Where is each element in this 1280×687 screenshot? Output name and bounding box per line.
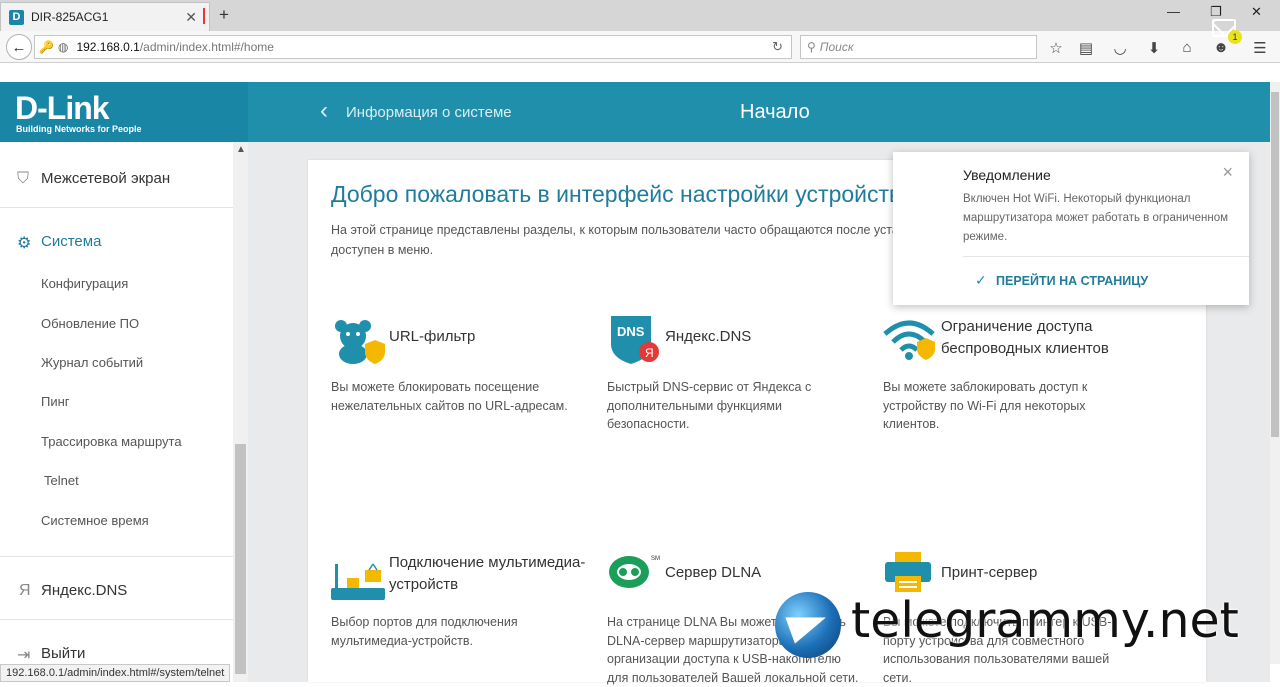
search-placeholder: Поиск [819, 40, 854, 54]
teddy-bear-shield-icon [335, 320, 385, 364]
notification-popup: Уведомление × Включен Hot WiFi. Некоторы… [893, 152, 1249, 305]
address-bar[interactable]: 🔑 ◍ 192.168.0.1/admin/index.html#/home ↻ [34, 35, 792, 59]
tile-description: Выбор портов для подключения мультимедиа… [331, 615, 518, 648]
chat-icon[interactable]: ☻ [1212, 39, 1230, 56]
sidebar-item-label: Яндекс.DNS [41, 582, 128, 599]
sidebar-subitem-config[interactable]: Конфигурация [41, 276, 128, 291]
svg-text:SM: SM [651, 556, 660, 562]
chevron-left-icon[interactable]: ‹ [320, 97, 328, 125]
router-tv-icon [331, 563, 385, 600]
wifi-shield-icon [883, 320, 935, 360]
sidebar-item-label: Выйти [41, 645, 86, 662]
url-path: /admin/index.html#/home [139, 40, 274, 54]
menu-icon[interactable]: ☰ [1251, 39, 1269, 57]
sidebar-divider [0, 207, 233, 208]
bookmark-star-icon[interactable]: ☆ [1047, 39, 1065, 57]
shield-icon: ⛉ [17, 170, 30, 187]
reading-list-icon[interactable]: ▤ [1077, 39, 1095, 57]
sidebar: ⛉ Межсетевой экран ⚙ Система Конфигураци… [0, 142, 248, 682]
sidebar-item-label: Межсетевой экран [41, 170, 171, 187]
window-close-icon[interactable]: ✕ [1251, 4, 1262, 20]
restore-icon[interactable]: ❐ [1210, 4, 1222, 20]
sidebar-subitem-time[interactable]: Системное время [41, 513, 149, 528]
tab-title: DIR-825ACG1 [31, 10, 109, 24]
search-input[interactable]: ⚲ Поиск [800, 35, 1037, 59]
svg-text:Я: Я [645, 346, 654, 360]
back-link[interactable]: Информация о системе [346, 104, 512, 121]
yandex-icon: Я [19, 582, 31, 599]
download-icon[interactable]: ⬇ [1145, 39, 1163, 57]
browser-tab[interactable]: D DIR-825ACG1 ✕ [0, 2, 210, 31]
pocket-icon[interactable]: ◡ [1111, 39, 1129, 57]
gear-icon: ⚙ [17, 235, 32, 252]
sidebar-item-label: Система [41, 233, 102, 250]
notification-badge: 1 [1228, 30, 1242, 44]
sidebar-divider [0, 619, 233, 620]
sidebar-subitem-log[interactable]: Журнал событий [41, 355, 143, 370]
new-tab-icon[interactable]: + [219, 5, 229, 25]
browser-back-button[interactable]: ← [6, 34, 32, 60]
dlink-favicon-icon: D [9, 9, 24, 25]
tile-title: Сервер DLNA [665, 564, 762, 581]
tile-description: Вы можете блокировать посещение нежелате… [331, 380, 568, 413]
sidebar-scrollbar-thumb[interactable] [235, 444, 246, 674]
globe-icon: ◍ [57, 40, 69, 54]
checkmark-icon: ✓ [975, 272, 987, 288]
watermark: telegrammy.net [775, 592, 1275, 658]
navigation-bar: ← 🔑 ◍ 192.168.0.1/admin/index.html#/home… [0, 31, 1280, 63]
goto-page-button[interactable]: ПЕРЕЙТИ НА СТРАНИЦУ [996, 274, 1148, 288]
tab-indicator [203, 8, 205, 24]
welcome-heading: Добро пожаловать в интерфейс настройки у… [331, 181, 914, 207]
tile-description: Быстрый DNS-сервис от Яндекса с дополнит… [607, 380, 812, 431]
tab-close-icon[interactable]: ✕ [185, 9, 197, 26]
notification-text: Включен Hot WiFi. Некоторый функционал м… [963, 193, 1229, 243]
app-header: D-Link Building Networks for People ‹ Ин… [0, 82, 1270, 142]
scroll-up-icon[interactable]: ▲ [236, 144, 246, 155]
home-icon[interactable]: ⌂ [1178, 39, 1196, 56]
logout-icon: ⇥ [17, 647, 31, 664]
tile-title: Подключение мультимедиа-устройств [389, 554, 586, 593]
minimize-icon[interactable]: — [1167, 4, 1180, 19]
page-title: Начало [740, 101, 810, 123]
watermark-text: telegrammy.net [851, 592, 1239, 649]
tile-title-text: Ограничение доступа беспроводных клиенто… [941, 318, 1109, 357]
sidebar-subitem-telnet[interactable]: Telnet [44, 473, 79, 488]
tile-title: Яндекс.DNS [665, 328, 752, 345]
key-icon[interactable]: 🔑 [39, 40, 54, 54]
tile-description: Вы можете заблокировать доступ к устройс… [883, 380, 1088, 431]
dlink-logo: D-Link [15, 90, 110, 126]
svg-text:DNS: DNS [617, 324, 645, 339]
logo-tagline: Building Networks for People [16, 124, 142, 134]
reload-icon[interactable]: ↻ [772, 39, 783, 55]
sidebar-subitem-traceroute[interactable]: Трассировка маршрута [41, 434, 182, 449]
tab-bar: D DIR-825ACG1 ✕ + — ❐ ✕ [0, 0, 1280, 31]
logo-area[interactable]: D-Link Building Networks for People [0, 82, 248, 142]
dns-shield-icon: DNS Я [611, 316, 659, 364]
url-host: 192.168.0.1 [76, 40, 140, 54]
notification-divider [963, 256, 1249, 257]
tile-title: URL-фильтр [389, 328, 476, 345]
printer-icon [885, 552, 931, 592]
sidebar-subitem-firmware[interactable]: Обновление ПО [41, 316, 139, 331]
status-bar-url: 192.168.0.1/admin/index.html#/system/tel… [0, 664, 231, 682]
tile-title: Принт-сервер [941, 564, 1038, 581]
close-icon[interactable]: × [1222, 162, 1233, 183]
sidebar-divider [0, 556, 233, 557]
dlna-icon: SM [609, 556, 660, 588]
tile-title: Ограничение доступа беспроводных клиенто… [941, 316, 1131, 360]
sidebar-subitem-ping[interactable]: Пинг [41, 394, 70, 409]
search-icon: ⚲ [807, 40, 816, 54]
page-scrollbar-thumb[interactable] [1271, 92, 1279, 437]
notification-title: Уведомление [963, 167, 1051, 183]
